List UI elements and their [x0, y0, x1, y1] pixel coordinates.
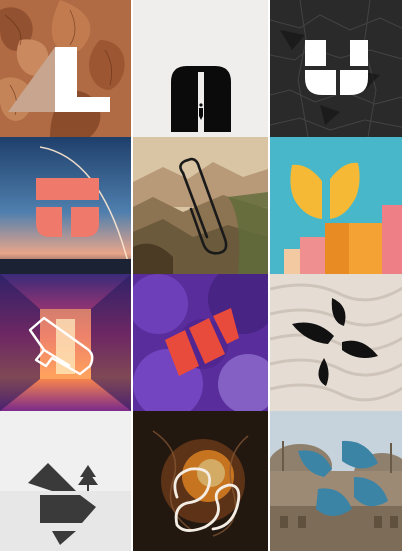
blue-leaf-cross-mark	[270, 411, 402, 551]
tile-neon-corridor[interactable]	[0, 274, 131, 411]
tile-purple-smoke[interactable]	[133, 274, 268, 411]
line-paperclip-mark	[133, 137, 268, 274]
tile-yellow-tulip[interactable]	[270, 137, 402, 274]
tile-launch-sky[interactable]	[0, 137, 131, 274]
tile-dark-rock[interactable]	[270, 0, 402, 137]
tile-painting-cliffs[interactable]	[133, 137, 268, 274]
logo-gallery-grid	[0, 0, 402, 551]
triangle-block-mark	[0, 0, 131, 137]
tile-leaves-triangle[interactable]	[0, 0, 131, 137]
black-leaf-cross-mark	[270, 274, 402, 411]
outline-ribbon-mark	[0, 274, 131, 411]
yellow-tulip-mark	[270, 137, 402, 274]
white-u-block-mark	[270, 0, 402, 137]
white-scribble-mark	[133, 411, 268, 551]
hexagon-split-mark	[0, 411, 131, 551]
coral-bars-mark	[0, 137, 131, 274]
tile-fire-swirl[interactable]	[133, 411, 268, 551]
tile-white-arch[interactable]	[133, 0, 268, 137]
black-arch-door-mark	[133, 0, 268, 137]
tile-mosque-dome[interactable]	[270, 411, 402, 551]
red-slats-mark	[133, 274, 268, 411]
tile-sand-ripples[interactable]	[270, 274, 402, 411]
tile-snow-tree[interactable]	[0, 411, 131, 551]
